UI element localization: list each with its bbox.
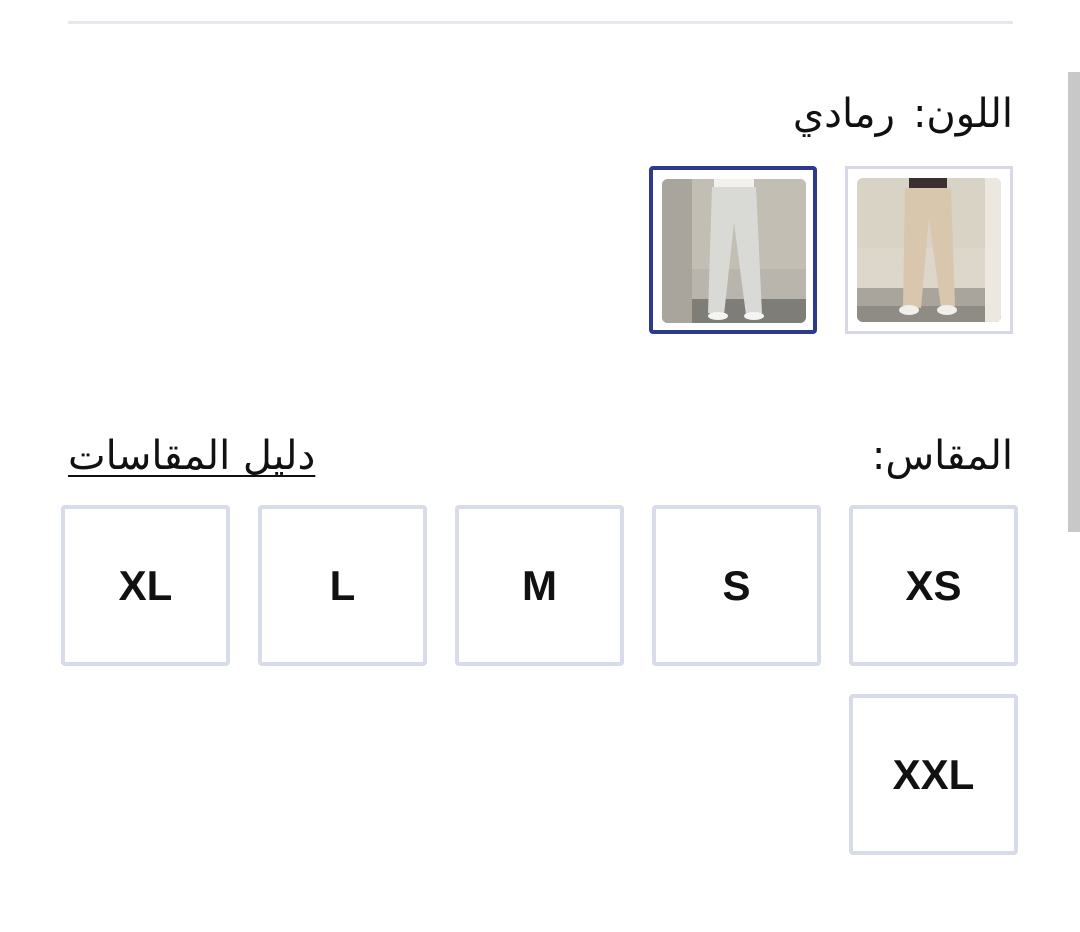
size-option-m[interactable]: M: [455, 505, 624, 666]
size-option-xxl[interactable]: XXL: [849, 694, 1018, 855]
size-option-xl[interactable]: XL: [61, 505, 230, 666]
size-option-xs[interactable]: XS: [849, 505, 1018, 666]
color-swatch-beige[interactable]: [845, 166, 1013, 334]
color-label: اللون:: [912, 91, 1013, 137]
size-option-l[interactable]: L: [258, 505, 427, 666]
size-option-s[interactable]: S: [652, 505, 821, 666]
top-divider: [68, 21, 1013, 24]
size-label: المقاس:: [871, 433, 1013, 479]
size-guide-link[interactable]: دليل المقاسات: [68, 430, 315, 482]
color-selected-value: رمادي: [792, 91, 895, 137]
color-selection-header: اللون: رمادي: [793, 88, 1013, 140]
beige-pants-thumbnail: [857, 178, 1001, 322]
scrollbar-thumb[interactable]: [1068, 72, 1080, 532]
grey-pants-thumbnail: [662, 179, 806, 323]
color-swatch-grey[interactable]: [649, 166, 817, 334]
product-options-panel: اللون: رمادي المقاس: دليل المقاسات XS S M…: [0, 0, 1080, 932]
